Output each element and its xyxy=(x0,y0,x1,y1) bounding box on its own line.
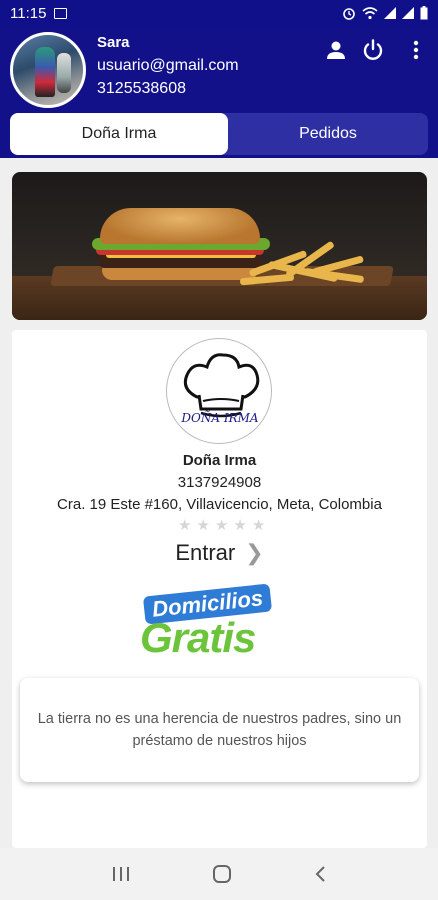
user-name: Sara xyxy=(97,34,130,51)
wifi-icon xyxy=(362,6,378,19)
rating-stars: ★ ★ ★ ★ ★ xyxy=(178,516,265,534)
star-icon: ★ xyxy=(178,517,192,534)
enter-button[interactable]: Entrar ❯ xyxy=(12,540,427,566)
store-address: Cra. 19 Este #160, Villavicencio, Meta, … xyxy=(57,496,382,513)
tab-bar: Doña Irma Pedidos xyxy=(10,113,428,155)
star-icon: ★ xyxy=(214,517,229,534)
chevron-right-icon: ❯ xyxy=(245,540,264,565)
avatar-figure xyxy=(57,53,71,93)
tab-pedidos[interactable]: Pedidos xyxy=(228,113,428,155)
promo-line2: Gratis xyxy=(140,614,256,661)
recent-apps-icon[interactable] xyxy=(111,865,131,883)
quote-card: La tierra no es una herencia de nuestros… xyxy=(20,678,419,782)
logo-text: DOÑA IRMA xyxy=(181,411,259,425)
system-nav-bar xyxy=(0,848,438,900)
avatar-figure xyxy=(35,47,55,97)
tab-dona-irma[interactable]: Doña Irma xyxy=(10,113,228,155)
power-icon[interactable] xyxy=(361,38,385,62)
app-header: Sara usuario@gmail.com 3125538608 Doña I… xyxy=(0,26,438,158)
status-bar: 11:15 xyxy=(0,0,438,26)
enter-label: Entrar xyxy=(175,540,236,565)
user-phone: 3125538608 xyxy=(97,80,186,97)
store-phone: 3137924908 xyxy=(177,474,262,491)
status-time: 11:15 xyxy=(10,4,47,22)
battery-icon xyxy=(420,6,428,20)
chef-hat-icon xyxy=(183,353,260,418)
alarm-icon xyxy=(343,8,355,20)
store-card: DOÑA IRMA Doña Irma 3137924908 Cra. 19 E… xyxy=(12,330,427,848)
person-icon[interactable] xyxy=(324,38,348,62)
avatar[interactable] xyxy=(10,32,86,108)
quote-text: La tierra no es una herencia de nuestros… xyxy=(37,711,402,749)
star-icon: ★ xyxy=(196,517,210,534)
status-icons xyxy=(342,6,428,20)
home-icon[interactable] xyxy=(212,864,232,884)
star-icon: ★ xyxy=(251,517,266,534)
star-icon: ★ xyxy=(233,517,247,534)
banner-image xyxy=(12,172,427,320)
image-icon xyxy=(54,7,68,19)
user-email: usuario@gmail.com xyxy=(97,57,239,74)
signal-icon xyxy=(402,7,414,19)
burger-bun xyxy=(100,208,260,244)
more-vert-icon[interactable] xyxy=(404,38,428,62)
signal-icon xyxy=(384,7,396,19)
burger-bun xyxy=(102,266,258,280)
free-delivery-promo: Domicilios Gratis xyxy=(140,583,300,664)
back-icon[interactable] xyxy=(313,864,327,884)
store-logo[interactable]: DOÑA IRMA xyxy=(166,338,272,444)
store-name: Doña Irma xyxy=(182,452,257,469)
